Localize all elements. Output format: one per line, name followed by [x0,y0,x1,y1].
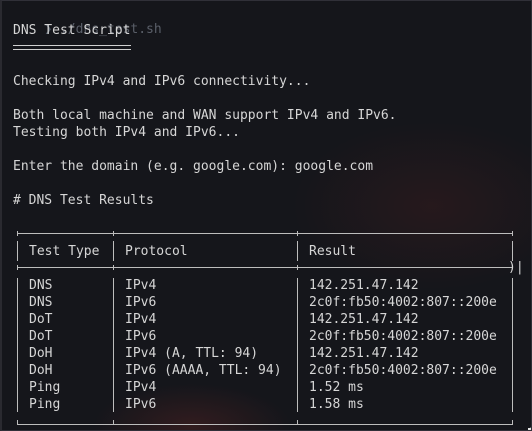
table-vbar [17,278,18,412]
cell-test-type: DNS [29,295,53,310]
cell-test-type: DoT [29,312,53,327]
table-border-tick [512,231,513,236]
table-vbar [512,278,513,412]
cell-protocol: IPv6 [125,329,157,344]
cell-test-type: Ping [29,380,61,395]
cell-test-type: Ping [29,397,61,412]
table-border-tick [17,231,18,236]
table-vbar [512,241,513,261]
cell-protocol: IPv4 [125,278,157,293]
table-vbar [113,278,114,412]
column-header-result: Result [309,244,356,259]
cell-result: 2c0f:fb50:4002:807::200e [309,295,497,310]
table-border-tick [17,265,18,270]
cell-result: 142.251.47.142 [309,346,419,361]
table-border-tick [512,420,513,425]
testing-message: Testing both IPv4 and IPv6... [13,125,240,140]
cell-test-type: DoH [29,363,53,378]
table-top-border [17,233,512,234]
results-heading: # DNS Test Results [13,193,154,208]
cell-protocol: IPv4 (A, TTL: 94) [125,346,259,361]
table-border-tick [297,420,298,425]
terminal-window[interactable]: ❯ ./dns_test.sh DNS Test Script Checking… [0,0,532,431]
connectivity-check-message: Checking IPv4 and IPv6 connectivity... [13,74,311,89]
cell-protocol: IPv6 [125,397,157,412]
cell-result: 1.52 ms [309,380,364,395]
table-border-tick [113,231,114,236]
script-title: DNS Test Script [13,23,131,38]
table-vbar [17,241,18,261]
cell-result: 142.251.47.142 [309,312,419,327]
table-vbar [113,241,114,261]
table-bottom-border [17,424,512,425]
resize-corner-icon[interactable] [528,417,531,430]
table-border-tick [17,420,18,425]
cell-result: 2c0f:fb50:4002:807::200e [309,363,497,378]
cell-test-type: DoH [29,346,53,361]
cell-protocol: IPv6 [125,295,157,310]
header-trailing-chars: )| [508,260,524,275]
domain-prompt: Enter the domain (e.g. google.com): goog… [13,159,374,174]
cell-result: 1.58 ms [309,397,364,412]
column-header-protocol: Protocol [125,244,188,259]
prompt-line: ❯ ./dns_test.sh [13,4,161,37]
table-vbar [297,278,298,412]
column-header-test-type: Test Type [29,244,100,259]
cell-test-type: DNS [29,278,53,293]
table-border-tick [297,265,298,270]
title-double-underline [13,45,131,50]
cell-result: 2c0f:fb50:4002:807::200e [309,329,497,344]
cell-protocol: IPv6 (AAAA, TTL: 94) [125,363,282,378]
cell-test-type: DoT [29,329,53,344]
table-vbar [297,241,298,261]
table-border-tick [297,231,298,236]
cell-protocol: IPv4 [125,380,157,395]
cell-protocol: IPv4 [125,312,157,327]
support-message: Both local machine and WAN support IPv4 … [13,108,397,123]
table-header-separator [17,267,512,268]
table-border-tick [113,265,114,270]
cell-result: 142.251.47.142 [309,278,419,293]
table-border-tick [113,420,114,425]
